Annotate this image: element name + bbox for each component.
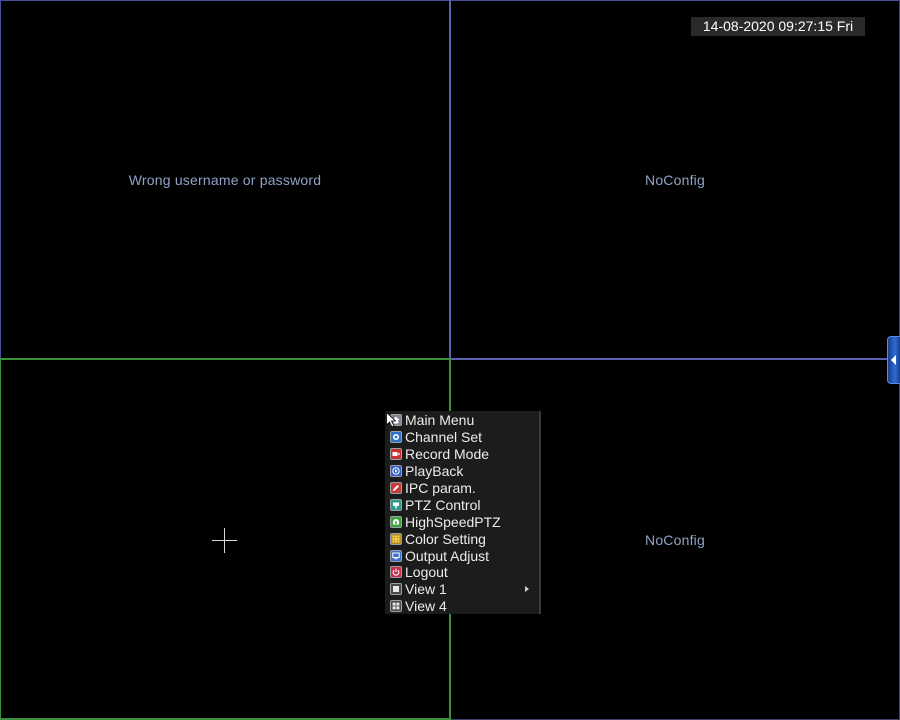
menu-item-color-setting[interactable]: Color Setting xyxy=(385,530,539,547)
crosshair-icon xyxy=(212,528,237,553)
menu-item-view-4[interactable]: View 4 xyxy=(385,598,539,615)
menu-item-label: Color Setting xyxy=(405,530,486,547)
menu-item-output-adjust[interactable]: Output Adjust xyxy=(385,547,539,564)
menu-item-view-1[interactable]: View 1 xyxy=(385,581,539,598)
menu-item-label: Main Menu xyxy=(405,412,475,429)
single-view-icon xyxy=(390,583,402,596)
playback-icon xyxy=(390,465,402,478)
menu-item-label: HighSpeedPTZ xyxy=(405,513,501,530)
side-panel-toggle[interactable] xyxy=(887,336,900,384)
grid-border xyxy=(0,0,1,360)
chevron-left-icon xyxy=(891,355,896,365)
menu-item-label: PlayBack xyxy=(405,463,464,480)
channel-status-message: NoConfig xyxy=(645,172,705,188)
menu-item-ptz-control[interactable]: PTZ Control xyxy=(385,496,539,513)
color-grid-icon xyxy=(390,532,402,545)
menu-item-label: Record Mode xyxy=(405,446,490,463)
ptz-icon xyxy=(390,498,402,511)
grid-divider xyxy=(449,0,451,360)
menu-item-label: Output Adjust xyxy=(405,547,490,564)
menu-item-label: IPC param. xyxy=(405,480,476,496)
camera-icon xyxy=(390,431,402,444)
nvr-live-view: Wrong username or password NoConfig NoCo… xyxy=(0,0,900,720)
menu-item-label: View 1 xyxy=(405,581,447,598)
channel-pane-1[interactable]: Wrong username or password xyxy=(0,0,450,360)
menu-item-record-mode[interactable]: Record Mode xyxy=(385,446,539,463)
menu-item-channel-set[interactable]: Channel Set xyxy=(385,429,539,446)
context-menu: Main Menu Channel Set Record Mode PlayBa… xyxy=(385,411,541,614)
channel-status-message: NoConfig xyxy=(645,532,705,548)
menu-item-main-menu[interactable]: Main Menu xyxy=(385,412,539,429)
quad-view-icon xyxy=(390,600,402,613)
chevron-right-icon xyxy=(525,585,529,592)
menu-item-label: View 4 xyxy=(405,598,447,615)
active-channel-border xyxy=(0,358,451,360)
channel-status-message: Wrong username or password xyxy=(128,172,322,188)
menu-item-label: Logout xyxy=(405,564,448,581)
pencil-icon xyxy=(390,482,402,494)
power-icon xyxy=(390,566,402,579)
menu-item-playback[interactable]: PlayBack xyxy=(385,463,539,480)
monitor-icon xyxy=(390,549,402,562)
grid-divider xyxy=(451,358,900,360)
mouse-cursor-icon xyxy=(386,412,396,428)
channel-pane-2[interactable]: NoConfig xyxy=(450,0,900,360)
menu-item-logout[interactable]: Logout xyxy=(385,564,539,581)
menu-item-label: Channel Set xyxy=(405,429,483,446)
speed-dome-icon xyxy=(390,515,402,528)
active-channel-border xyxy=(0,360,1,720)
menu-item-ipc-param[interactable]: IPC param. xyxy=(385,480,539,497)
menu-item-highspeed-ptz[interactable]: HighSpeedPTZ xyxy=(385,513,539,530)
datetime-display: 14-08-2020 09:27:15 Fri xyxy=(691,17,865,36)
record-icon xyxy=(390,448,402,461)
menu-item-label: PTZ Control xyxy=(405,496,481,513)
